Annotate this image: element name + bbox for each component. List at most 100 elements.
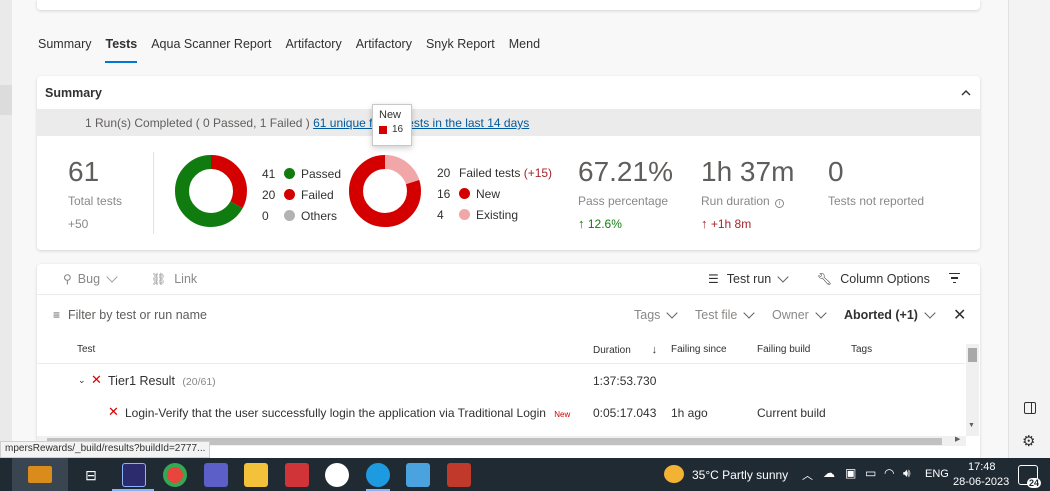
filter-input[interactable]: ≡ Filter by test or run name: [53, 308, 207, 322]
panel-toggle-icon[interactable]: [1024, 402, 1036, 414]
test-name[interactable]: Login-Verify that the user successfully …: [125, 406, 570, 420]
table-row[interactable]: ✕ Login-Verify that the user successfull…: [37, 398, 965, 428]
outcome-legend: 41 Passed 20 Failed 0 Others: [262, 163, 341, 226]
summary-title: Summary: [45, 86, 102, 100]
slack-icon[interactable]: [325, 463, 349, 487]
clear-filters-close-icon[interactable]: ✕: [953, 305, 966, 325]
test-run-grouping-dropdown[interactable]: ☰ Test run: [708, 271, 789, 286]
column-options-button[interactable]: 🔧︎ Column Options: [817, 272, 930, 286]
weather-text[interactable]: 35°C Partly sunny: [692, 468, 788, 482]
pass-delta: ↑ 12.6%: [578, 216, 622, 231]
link-button[interactable]: ⛓ Link: [151, 272, 197, 286]
tab-summary[interactable]: Summary: [38, 36, 91, 63]
legend-passed: 41 Passed: [262, 166, 342, 181]
chevron-up-icon[interactable]: [959, 86, 973, 100]
table-row-group[interactable]: ⌄ ✕ Tier1 Result (20/61) 1:37:53.730: [37, 364, 965, 396]
legend-failed-tests: 20 Failed tests (+15): [437, 165, 553, 180]
list-icon: ☰: [708, 272, 719, 286]
vivaldi-icon[interactable]: [285, 463, 309, 487]
runs-summary-text: 1 Run(s) Completed ( 0 Passed, 1 Failed …: [85, 116, 529, 130]
group-name: Tier1 Result (20/61): [108, 374, 216, 388]
tab-snyk-report[interactable]: Snyk Report: [426, 36, 495, 63]
clock-time[interactable]: 17:48: [968, 461, 996, 473]
total-tests-value: 61: [68, 156, 100, 187]
left-nav-highlight: [0, 85, 12, 115]
run-duration-label: Run duration i: [701, 194, 785, 208]
failed-legend: 20 Failed tests (+15) 16 New 4 Existing: [437, 162, 552, 225]
pass-percentage-value: 67.21%: [578, 156, 673, 187]
start-button[interactable]: [12, 458, 68, 491]
weather-sun-icon[interactable]: [664, 465, 684, 483]
tags-filter-dropdown[interactable]: Tags: [634, 307, 679, 322]
scroll-down-arrow-icon[interactable]: ▼: [968, 422, 975, 429]
divider: [37, 294, 980, 295]
wifi-icon[interactable]: ◠: [884, 466, 894, 480]
show-hidden-icons-chevron-up-icon[interactable]: ︿: [802, 467, 813, 483]
failed-x-icon: ✕: [108, 404, 119, 419]
chart-tooltip: New 16: [372, 104, 412, 146]
teams-icon[interactable]: [204, 463, 228, 487]
column-header-test[interactable]: Test: [77, 344, 95, 355]
column-header-failing-since[interactable]: Failing since: [671, 344, 727, 355]
vertical-scrollbar[interactable]: ▼: [966, 344, 979, 436]
row-failing-since: 1h ago: [671, 406, 708, 420]
tooltip-title: New: [379, 109, 402, 121]
clock-date[interactable]: 28-06-2023: [953, 476, 1009, 488]
run-duration-delta: ↑ +1h 8m: [701, 216, 752, 231]
bug-button[interactable]: ⚲ Bug: [63, 271, 118, 286]
new-swatch-icon: [379, 125, 387, 134]
settings-gear-icon[interactable]: ⚙: [1022, 432, 1035, 450]
new-badge: New: [554, 410, 571, 419]
tab-bar: Summary Tests Aqua Scanner Report Artifa…: [38, 36, 554, 63]
tab-aqua-scanner-report[interactable]: Aqua Scanner Report: [151, 36, 271, 63]
test-file-filter-dropdown[interactable]: Test file: [695, 307, 756, 322]
column-header-failing-build[interactable]: Failing build: [757, 344, 810, 355]
tab-artifactory-1[interactable]: Artifactory: [285, 36, 341, 63]
chevron-down-icon: [924, 307, 936, 319]
outcome-filter-dropdown[interactable]: Aborted (+1): [844, 307, 936, 322]
others-dot-icon: [284, 210, 295, 221]
language-indicator[interactable]: ENG: [925, 468, 949, 480]
legend-existing: 4 Existing: [437, 207, 519, 222]
scroll-right-arrow-icon[interactable]: ▶: [955, 435, 960, 443]
tab-artifactory-2[interactable]: Artifactory: [356, 36, 412, 63]
sort-down-arrow-icon: ↓: [651, 344, 658, 356]
volume-icon[interactable]: 🔊︎: [903, 466, 911, 481]
passed-dot-icon: [284, 168, 295, 179]
task-view-icon[interactable]: ⊟: [82, 463, 100, 487]
snipping-tool-icon[interactable]: [447, 463, 471, 487]
notes-app-icon[interactable]: [406, 463, 430, 487]
right-side-panel: ⚙: [1008, 0, 1050, 458]
run-duration-value: 1h 37m: [701, 156, 795, 187]
edge-icon[interactable]: [366, 463, 390, 487]
left-nav-strip: [0, 0, 12, 458]
device-icon[interactable]: ▣: [845, 466, 856, 480]
notifications-icon[interactable]: 24: [1018, 465, 1041, 488]
info-icon[interactable]: i: [775, 199, 785, 208]
unique-failing-tests-link[interactable]: 61 unique failing tests in the last 14 d…: [313, 116, 529, 130]
chrome-icon[interactable]: [163, 463, 187, 487]
link-icon: ⛓: [151, 272, 167, 286]
column-header-tags[interactable]: Tags: [851, 344, 872, 355]
legend-new: 16 New: [437, 186, 501, 201]
failed-dot-icon: [284, 189, 295, 200]
filter-toggle-icon[interactable]: [949, 273, 960, 283]
tab-tests[interactable]: Tests: [105, 36, 138, 63]
row-failing-build[interactable]: Current build: [757, 406, 826, 420]
cloud-icon[interactable]: ☁: [823, 466, 835, 480]
existing-dot-icon: [459, 209, 470, 220]
tab-mend[interactable]: Mend: [509, 36, 540, 63]
runs-summary-bar: 1 Run(s) Completed ( 0 Passed, 1 Failed …: [37, 109, 980, 136]
chevron-down-icon: [743, 307, 756, 319]
remote-app-icon[interactable]: [122, 463, 146, 487]
chevron-down-icon[interactable]: ⌄: [78, 375, 86, 386]
owner-filter-dropdown[interactable]: Owner: [772, 307, 827, 322]
column-header-duration[interactable]: Duration ↓: [593, 344, 657, 356]
failed-tests-donut-chart: [349, 155, 421, 227]
battery-icon[interactable]: ▭: [865, 466, 876, 480]
scrollbar-thumb[interactable]: [968, 348, 977, 362]
tests-not-reported-value: 0: [828, 156, 844, 187]
status-url-tooltip: mpersRewards/_build/results?buildId=2777…: [0, 441, 211, 458]
page-right-gutter: [980, 0, 1008, 458]
file-explorer-icon[interactable]: [244, 463, 268, 487]
